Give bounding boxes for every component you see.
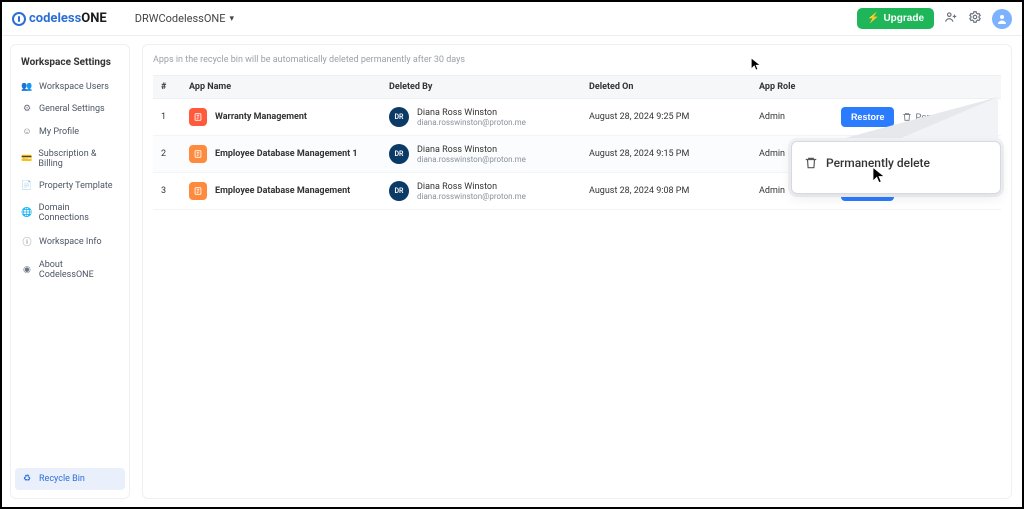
table-row: 3 Employee Database Management DR Diana … [153, 173, 1001, 210]
permanently-delete-button[interactable]: Permanently delete [902, 112, 993, 122]
workspace-name: DRWCodelessONE [135, 12, 226, 25]
add-user-icon[interactable] [944, 10, 958, 27]
retention-notice: Apps in the recycle bin will be automati… [153, 55, 1001, 65]
sidebar-item-label: Workspace Info [39, 237, 102, 247]
app-role: Admin [751, 136, 821, 173]
bolt-icon: ⚡ [867, 13, 879, 24]
col-app-name: App Name [181, 76, 381, 99]
info-icon: ⓘ [21, 235, 33, 248]
deleted-by-name: Diana Ross Winston [417, 145, 526, 155]
gear-icon[interactable] [968, 10, 982, 27]
row-index: 1 [153, 99, 181, 136]
sidebar-item-workspace-info[interactable]: ⓘ Workspace Info [15, 229, 125, 254]
user-avatar: DR [389, 181, 409, 201]
app-role: Admin [751, 99, 821, 136]
col-app-role: App Role [751, 76, 821, 99]
sidebar-item-about[interactable]: ◉ About CodelessONE [15, 254, 125, 286]
sidebar-item-label: Property Template [39, 181, 113, 191]
brand-name-a: codeless [29, 11, 81, 26]
sidebar-item-label: Subscription & Billing [38, 149, 119, 169]
restore-button[interactable]: Restore [841, 144, 895, 164]
app-name: Employee Database Management [215, 186, 350, 196]
restore-button[interactable]: Restore [841, 181, 895, 201]
deleted-apps-table: # App Name Deleted By Deleted On App Rol… [153, 75, 1001, 210]
app-icon [189, 108, 207, 126]
template-icon: 📄 [21, 181, 33, 191]
sidebar-item-property-template[interactable]: 📄 Property Template [15, 175, 125, 197]
brand-mark-icon [12, 12, 26, 26]
deleted-by-email: diana.rosswinston@proton.me [417, 118, 526, 127]
sidebar: Workspace Settings 👥 Workspace Users ⚙ G… [10, 44, 130, 499]
sidebar-item-label: Domain Connections [39, 203, 119, 223]
row-index: 2 [153, 136, 181, 173]
settings-icon: ⚙ [21, 104, 33, 114]
sidebar-item-label: General Settings [39, 104, 105, 114]
deleted-by-name: Diana Ross Winston [417, 182, 526, 192]
recycle-icon: ♻ [21, 474, 33, 484]
app-name: Warranty Management [215, 112, 307, 122]
col-index: # [153, 76, 181, 99]
workspace-switcher[interactable]: DRWCodelessONE ▾ [135, 12, 234, 25]
sidebar-item-domain-connections[interactable]: 🌐 Domain Connections [15, 197, 125, 229]
user-avatar: DR [389, 107, 409, 127]
deleted-by-email: diana.rosswinston@proton.me [417, 155, 526, 164]
upgrade-button[interactable]: ⚡ Upgrade [857, 8, 934, 29]
domain-icon: 🌐 [21, 208, 33, 218]
brand-name-b: ONE [81, 11, 106, 26]
topbar: codelessONE DRWCodelessONE ▾ ⚡ Upgrade [2, 2, 1022, 36]
sidebar-item-subscription-billing[interactable]: 💳 Subscription & Billing [15, 143, 125, 175]
sidebar-item-label: About CodelessONE [39, 260, 119, 280]
row-index: 3 [153, 173, 181, 210]
sidebar-title: Workspace Settings [15, 53, 125, 76]
deleted-on: August 28, 2024 9:25 PM [581, 99, 751, 136]
about-icon: ◉ [21, 265, 33, 275]
permanently-delete-button[interactable]: Permanently delete [902, 149, 993, 159]
sidebar-item-label: My Profile [39, 127, 79, 137]
app-icon [189, 182, 207, 200]
app-name: Employee Database Management 1 [215, 149, 358, 159]
sidebar-item-recycle-bin[interactable]: ♻ Recycle Bin [15, 468, 125, 490]
user-avatar: DR [389, 144, 409, 164]
sidebar-item-workspace-users[interactable]: 👥 Workspace Users [15, 76, 125, 98]
permanently-delete-button[interactable]: Permanently delete [902, 186, 993, 196]
recycle-bin-panel: Apps in the recycle bin will be automati… [142, 44, 1012, 499]
brand-logo: codelessONE [12, 11, 107, 26]
sidebar-item-label: Workspace Users [39, 82, 109, 92]
app-role: Admin [751, 173, 821, 210]
deleted-by-email: diana.rosswinston@proton.me [417, 192, 526, 201]
sidebar-item-my-profile[interactable]: ☺ My Profile [15, 120, 125, 143]
deleted-by-name: Diana Ross Winston [417, 108, 526, 118]
profile-icon: ☺ [21, 126, 33, 137]
topbar-right: ⚡ Upgrade [857, 8, 1012, 29]
caret-down-icon: ▾ [230, 14, 235, 24]
upgrade-label: Upgrade [883, 13, 924, 24]
sidebar-item-general-settings[interactable]: ⚙ General Settings [15, 98, 125, 120]
table-row: 1 Warranty Management DR Diana Ross Wins… [153, 99, 1001, 136]
sidebar-item-label: Recycle Bin [39, 474, 85, 484]
deleted-on: August 28, 2024 9:15 PM [581, 136, 751, 173]
col-deleted-on: Deleted On [581, 76, 751, 99]
col-deleted-by: Deleted By [381, 76, 581, 99]
app-icon [189, 145, 207, 163]
deleted-on: August 28, 2024 9:08 PM [581, 173, 751, 210]
users-icon: 👥 [21, 82, 33, 92]
restore-button[interactable]: Restore [841, 107, 895, 127]
billing-icon: 💳 [21, 154, 32, 164]
user-avatar-button[interactable] [992, 9, 1012, 29]
table-row: 2 Employee Database Management 1 DR Dian… [153, 136, 1001, 173]
